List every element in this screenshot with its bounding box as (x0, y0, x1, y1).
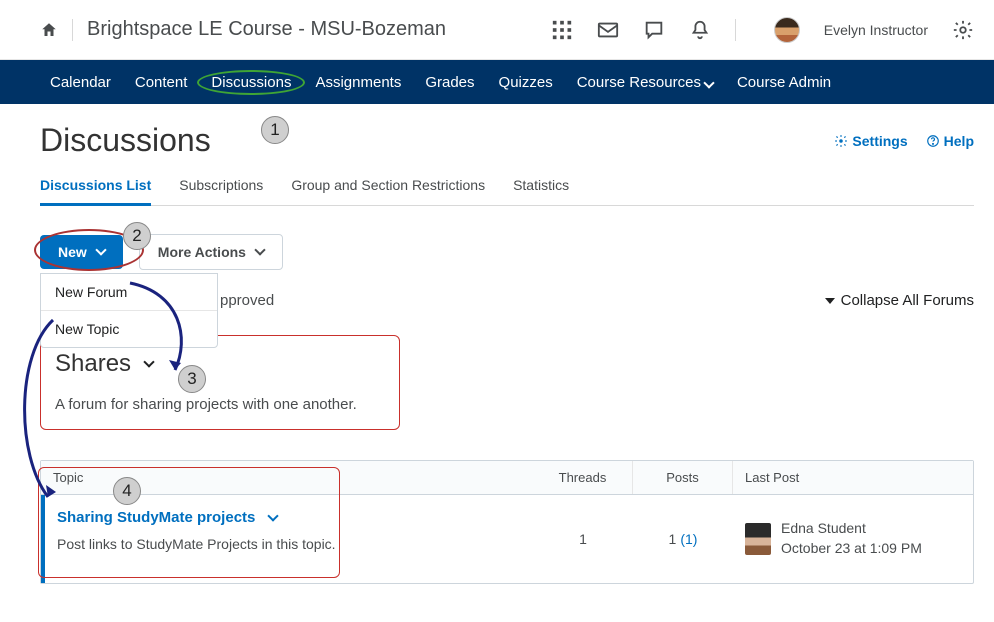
filter-partial: pproved (220, 292, 274, 309)
tab-statistics[interactable]: Statistics (513, 177, 569, 205)
topics-table: Topic Threads Posts Last Post Sharing St… (40, 460, 974, 584)
page-header: Discussions Settings Help (40, 122, 974, 159)
chevron-down-icon (95, 244, 106, 255)
divider (735, 19, 736, 41)
tab-discussions-list[interactable]: Discussions List (40, 177, 151, 206)
nav-quizzes[interactable]: Quizzes (489, 64, 563, 101)
td-topic: Sharing StudyMate projects Post links to… (45, 495, 533, 583)
help-link[interactable]: Help (926, 133, 974, 149)
topic-link[interactable]: Sharing StudyMate projects (57, 509, 277, 526)
home-icon[interactable] (40, 21, 58, 39)
th-topic: Topic (41, 461, 533, 494)
gear-icon[interactable] (952, 19, 974, 41)
chevron-down-icon (703, 77, 714, 88)
chevron-down-icon[interactable] (143, 356, 154, 367)
new-label: New (58, 244, 87, 260)
triangle-down-icon (825, 298, 835, 304)
nav-course-resources[interactable]: Course Resources (567, 64, 723, 101)
forum-title[interactable]: Shares (55, 350, 131, 378)
chevron-down-icon (254, 244, 265, 255)
nav-grades[interactable]: Grades (415, 64, 484, 101)
topic-description: Post links to StudyMate Projects in this… (57, 536, 521, 552)
page-actions: Settings Help (834, 133, 974, 149)
nav-content[interactable]: Content (125, 64, 198, 101)
tab-subscriptions[interactable]: Subscriptions (179, 177, 263, 205)
chat-icon[interactable] (643, 19, 665, 41)
apps-icon[interactable] (551, 19, 573, 41)
sub-tabs: Discussions List Subscriptions Group and… (40, 177, 974, 206)
collapse-label: Collapse All Forums (841, 292, 974, 309)
nav-assignments[interactable]: Assignments (305, 64, 411, 101)
nav-calendar[interactable]: Calendar (40, 64, 121, 101)
posts-new-link[interactable]: (1) (680, 531, 697, 547)
forum-shares: Shares A forum for sharing projects with… (40, 335, 400, 430)
course-title[interactable]: Brightspace LE Course - MSU-Bozeman (87, 18, 446, 41)
topic-title: Sharing StudyMate projects (57, 509, 255, 526)
th-posts: Posts (633, 461, 733, 494)
user-name[interactable]: Evelyn Instructor (824, 22, 928, 38)
help-icon (926, 134, 940, 148)
bell-icon[interactable] (689, 19, 711, 41)
table-row: Sharing StudyMate projects Post links to… (41, 495, 973, 583)
table-header: Topic Threads Posts Last Post (41, 461, 973, 495)
divider (72, 19, 73, 41)
mail-icon[interactable] (597, 19, 619, 41)
dd-new-topic[interactable]: New Topic (41, 311, 217, 347)
nav-discussions[interactable]: Discussions (201, 64, 301, 101)
action-row: New New Forum New Topic More Actions (40, 234, 974, 270)
avatar[interactable] (774, 17, 800, 43)
gear-icon (834, 134, 848, 148)
th-threads: Threads (533, 461, 633, 494)
collapse-all-button[interactable]: Collapse All Forums (825, 292, 974, 309)
top-right-controls: Evelyn Instructor (551, 17, 974, 43)
settings-label: Settings (852, 133, 907, 149)
settings-link[interactable]: Settings (834, 133, 907, 149)
td-posts: 1 (1) (633, 495, 733, 583)
posts-count: 1 (669, 531, 677, 547)
new-dropdown: New Forum New Topic (40, 273, 218, 348)
top-bar: Brightspace LE Course - MSU-Bozeman Evel… (0, 0, 994, 60)
avatar (745, 523, 771, 555)
last-post-user: Edna Student (781, 519, 922, 539)
td-threads: 1 (533, 495, 633, 583)
course-nav: Calendar Content Discussions Assignments… (0, 60, 994, 104)
more-label: More Actions (158, 244, 246, 260)
page-title: Discussions (40, 122, 211, 159)
nav-course-admin[interactable]: Course Admin (727, 64, 841, 101)
dd-new-forum[interactable]: New Forum (41, 274, 217, 311)
th-last-post: Last Post (733, 461, 973, 494)
last-post-time: October 23 at 1:09 PM (781, 539, 922, 559)
forum-description: A forum for sharing projects with one an… (55, 396, 381, 413)
chevron-down-icon[interactable] (268, 510, 279, 521)
main: Discussions Settings Help Discussions Li… (0, 104, 994, 584)
td-last-post: Edna Student October 23 at 1:09 PM (733, 495, 973, 583)
help-label: Help (944, 133, 974, 149)
new-button[interactable]: New (40, 235, 123, 269)
tab-group-restrictions[interactable]: Group and Section Restrictions (291, 177, 485, 205)
more-actions-button[interactable]: More Actions (139, 234, 283, 270)
